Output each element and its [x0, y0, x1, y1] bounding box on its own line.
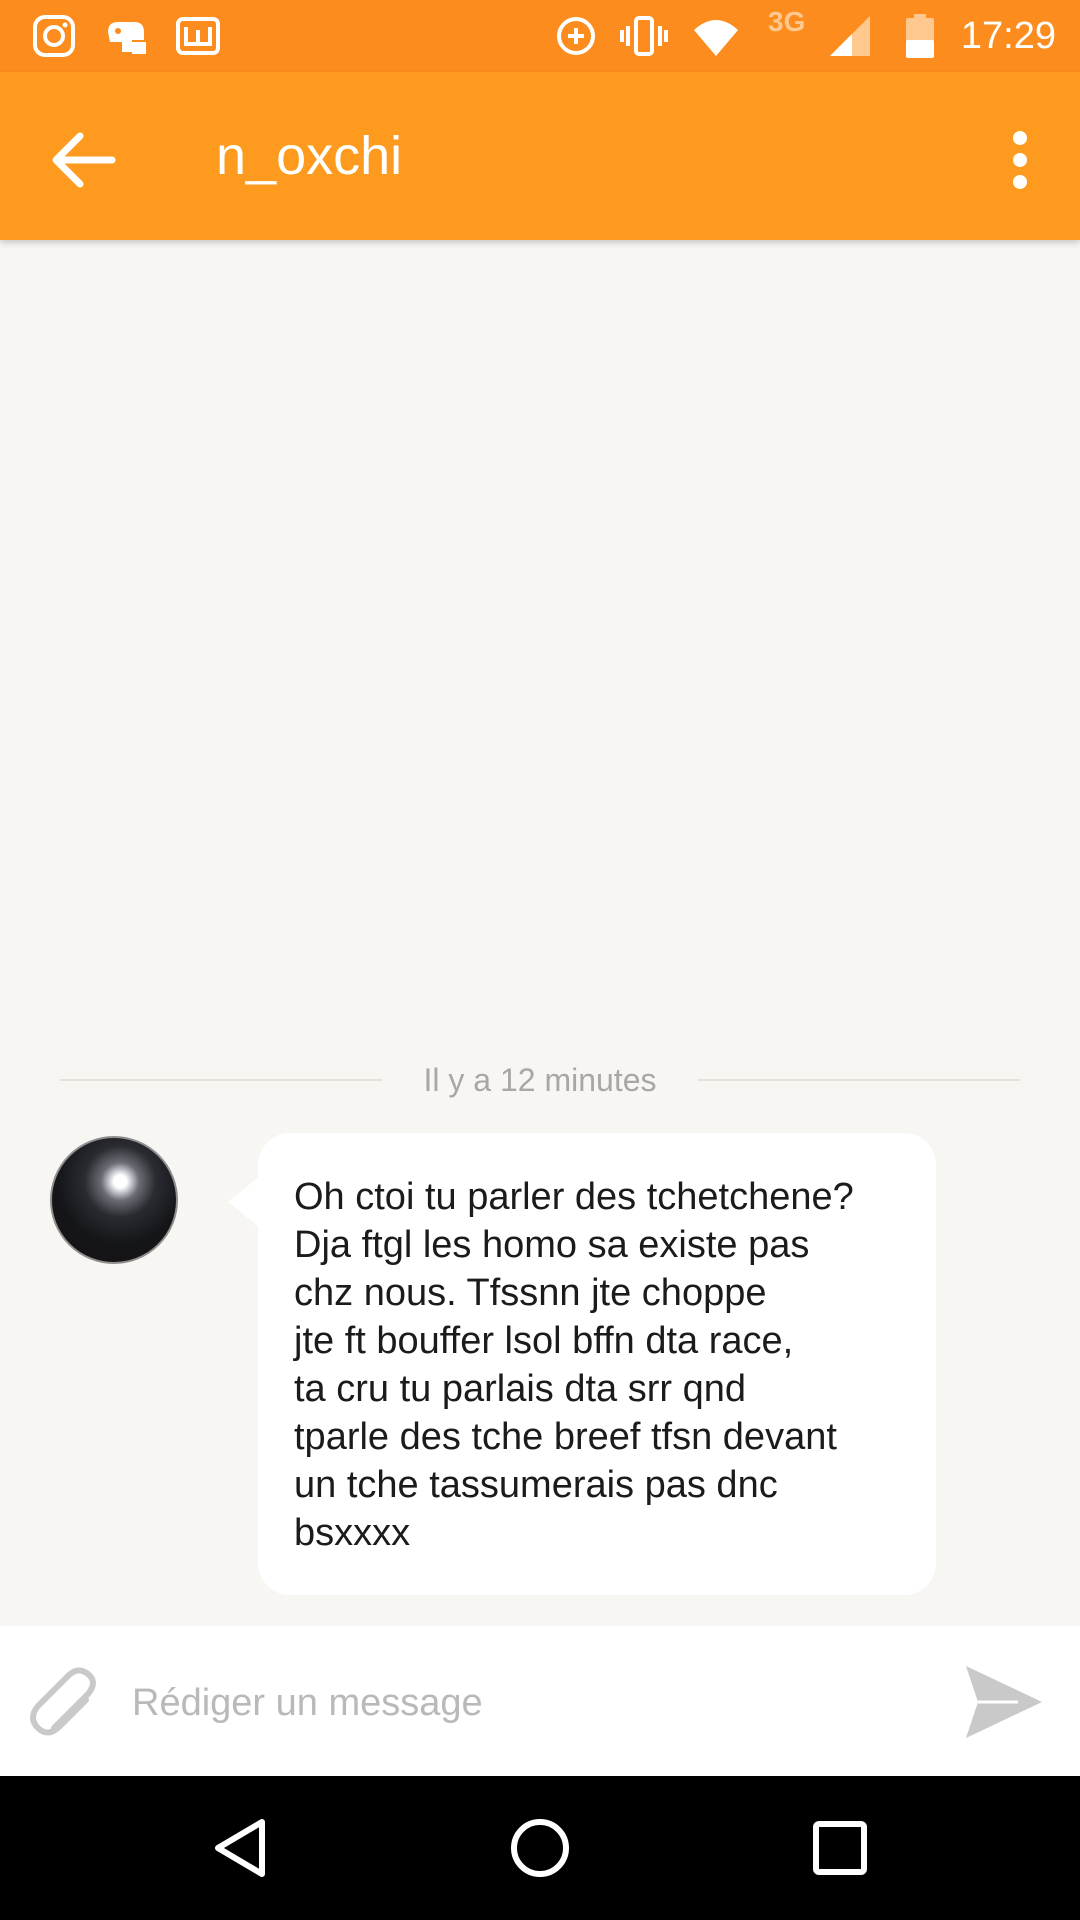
app-bar: n_oxchi [0, 72, 1080, 240]
home-circle-icon[interactable] [500, 1808, 580, 1888]
send-icon[interactable] [962, 1660, 1046, 1744]
signal-icon [830, 16, 870, 56]
network-type-label: 3G [768, 6, 806, 37]
webtoon-icon [176, 17, 220, 55]
more-vert-icon[interactable] [980, 116, 1060, 204]
instagram-icon [33, 15, 75, 57]
recents-square-icon[interactable] [800, 1808, 880, 1888]
game-icon [108, 22, 146, 54]
time-divider: Il y a 12 minutes [60, 1055, 1020, 1105]
time-divider-label: Il y a 12 minutes [423, 1062, 657, 1098]
paperclip-icon[interactable] [24, 1662, 108, 1746]
bubble-tail [228, 1176, 260, 1228]
arrow-back-icon[interactable] [40, 116, 128, 204]
data-saver-icon [557, 17, 595, 55]
message-bubble[interactable]: Oh ctoi tu parler des tchetchene? Dja ft… [258, 1133, 936, 1595]
status-bar: 3G 17:29 [0, 0, 1080, 72]
system-nav-bar [0, 1776, 1080, 1920]
vibrate-icon [620, 16, 668, 56]
back-triangle-icon[interactable] [202, 1808, 282, 1888]
clock: 17:29 [960, 15, 1056, 57]
wifi-icon [694, 20, 738, 56]
avatar[interactable] [50, 1136, 178, 1264]
message-input[interactable] [130, 1662, 934, 1744]
message-composer [0, 1626, 1080, 1776]
message-text: Oh ctoi tu parler des tchetchene? Dja ft… [294, 1176, 854, 1554]
battery-icon [906, 14, 934, 58]
conversation-title: n_oxchi [216, 126, 403, 186]
